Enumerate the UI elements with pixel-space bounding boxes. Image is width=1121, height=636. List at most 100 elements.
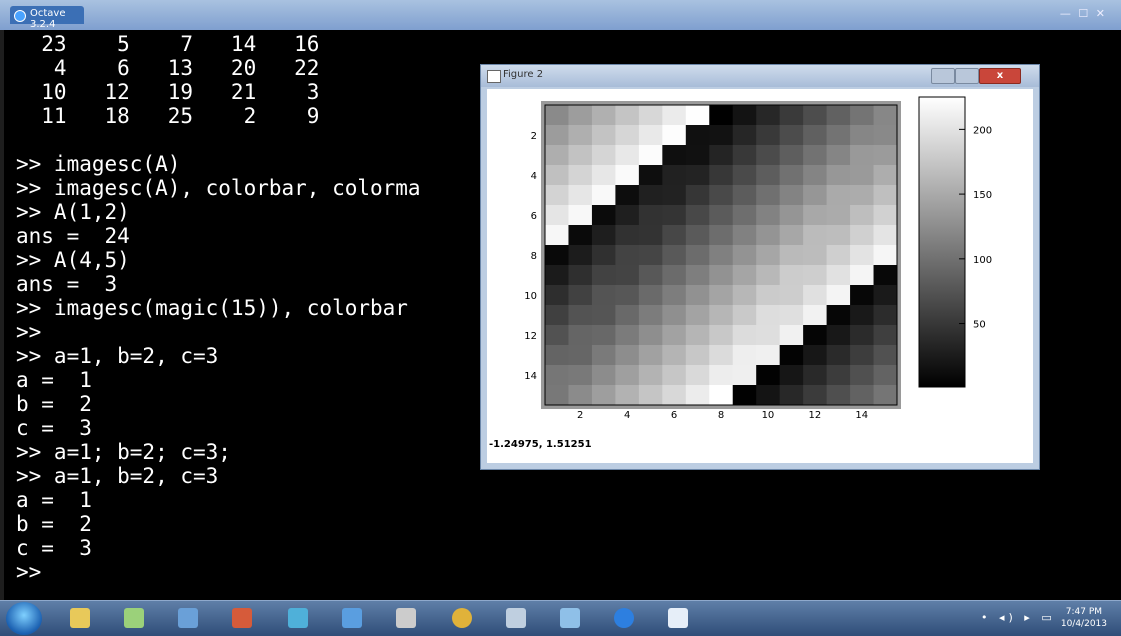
heatmap-cell xyxy=(638,205,663,226)
heatmap-cell xyxy=(826,185,851,206)
heatmap-cell xyxy=(826,385,851,406)
heatmap-cell xyxy=(826,145,851,166)
console-line: ans = 3 xyxy=(16,272,118,296)
heatmap-cell xyxy=(591,205,616,226)
heatmap-cell xyxy=(662,185,687,206)
figure-titlebar[interactable]: Figure 2 x xyxy=(481,65,1039,87)
users-icon xyxy=(342,608,362,628)
console-line: >> a=1, b=2, c=3 xyxy=(16,344,219,368)
minimize-button[interactable] xyxy=(931,68,955,84)
printer-icon xyxy=(396,608,416,628)
heatmap-cell xyxy=(709,165,734,186)
heatmap-cell xyxy=(568,345,593,366)
heatmap-cell xyxy=(709,105,734,126)
start-button[interactable] xyxy=(6,602,42,635)
heatmap-cell xyxy=(638,385,663,406)
heatmap-cell xyxy=(756,385,781,406)
heatmap-cell xyxy=(732,325,757,346)
taskbar-app[interactable] xyxy=(496,604,536,633)
y-tick-label: 8 xyxy=(531,251,537,262)
close-icon: x xyxy=(996,70,1004,81)
heatmap-cell xyxy=(873,385,898,406)
heatmap-cell xyxy=(591,325,616,346)
taskbar-app[interactable] xyxy=(658,604,698,633)
heatmap-cell xyxy=(756,305,781,326)
heatmap-cell xyxy=(850,125,875,146)
plot-svg[interactable]: 2 4 6 8 10 12 14 2 4 6 8 10 12 14 200 150 100 50 xyxy=(487,89,1033,463)
heatmap-cell xyxy=(685,325,710,346)
heatmap-cell xyxy=(826,345,851,366)
heatmap-cell xyxy=(779,185,804,206)
window-controls[interactable]: — ☐ ✕ xyxy=(1060,7,1107,20)
taskbar-app[interactable] xyxy=(278,604,318,633)
heatmap-cell xyxy=(873,285,898,306)
taskbar-app[interactable] xyxy=(222,604,262,633)
heatmap-cell xyxy=(873,225,898,246)
window-titlebar[interactable]: Octave 3.2.4 — ☐ ✕ xyxy=(0,0,1121,30)
heatmap-cell xyxy=(732,245,757,266)
heatmap-cell xyxy=(779,145,804,166)
heatmap-cell xyxy=(803,225,828,246)
heatmap-cell xyxy=(779,105,804,126)
heatmap-cell xyxy=(638,145,663,166)
heatmap-cell xyxy=(803,185,828,206)
heatmap-cell xyxy=(732,185,757,206)
console-line: 23 5 7 14 16 xyxy=(16,32,320,56)
y-tick-label: 14 xyxy=(524,371,537,382)
heatmap-cell xyxy=(756,105,781,126)
heatmap-cell xyxy=(545,285,569,306)
heatmap-cell xyxy=(568,225,593,246)
heatmap-cell xyxy=(545,305,569,326)
heatmap-cell xyxy=(756,125,781,146)
heatmap-cell xyxy=(615,145,640,166)
close-button[interactable]: x xyxy=(979,68,1021,84)
heatmap-cell xyxy=(873,145,898,166)
system-tray: • ◂) ▸ ▭ 7:47 PM 10/4/2013 xyxy=(963,603,1113,633)
heatmap-cell xyxy=(685,365,710,386)
heatmap-cell xyxy=(545,365,569,386)
taskbar-app[interactable] xyxy=(550,604,590,633)
taskbar-app[interactable] xyxy=(168,604,208,633)
heatmap-cell xyxy=(850,245,875,266)
heatmap-cell xyxy=(850,185,875,206)
heatmap-cell xyxy=(545,325,569,346)
x-tick-label: 12 xyxy=(808,410,821,421)
taskbar-app[interactable] xyxy=(332,604,372,633)
heatmap-cell xyxy=(545,205,569,226)
taskbar-app[interactable] xyxy=(386,604,426,633)
chrome-icon xyxy=(452,608,472,628)
heatmap-cell xyxy=(615,125,640,146)
heatmap-cell xyxy=(803,105,828,126)
heatmap-cell xyxy=(732,305,757,326)
heatmap-cell xyxy=(568,185,593,206)
taskbar-app[interactable] xyxy=(604,604,644,633)
heatmap-cell xyxy=(803,305,828,326)
figure-window[interactable]: Figure 2 x 2 4 6 8 10 12 14 2 4 6 8 10 12 14 200 150 100… xyxy=(480,64,1040,470)
coordinate-readout: -1.24975, 1.51251 xyxy=(489,439,592,450)
heatmap-cell xyxy=(709,265,734,286)
taskbar-app[interactable] xyxy=(114,604,154,633)
console-line: c = 3 xyxy=(16,416,92,440)
heatmap-cell xyxy=(685,105,710,126)
taskbar-app[interactable] xyxy=(60,604,100,633)
taskbar-app[interactable] xyxy=(442,604,482,633)
heatmap-cell xyxy=(591,185,616,206)
tray-icons[interactable]: • ◂) ▸ ▭ xyxy=(981,611,1056,624)
heatmap-cell xyxy=(826,205,851,226)
heatmap-cell xyxy=(685,205,710,226)
figure-canvas[interactable]: 2 4 6 8 10 12 14 2 4 6 8 10 12 14 200 150 100 50 -1.24975… xyxy=(487,89,1033,463)
heatmap-cell xyxy=(803,165,828,186)
heatmap-cell xyxy=(732,125,757,146)
heatmap-cell xyxy=(803,125,828,146)
heatmap-cell xyxy=(662,285,687,306)
heatmap-cell xyxy=(685,345,710,366)
heatmap-cell xyxy=(662,105,687,126)
app-tab[interactable]: Octave 3.2.4 xyxy=(10,6,84,30)
heatmap-cell xyxy=(709,185,734,206)
clock[interactable]: 7:47 PM 10/4/2013 xyxy=(1061,606,1107,630)
heatmap-cell xyxy=(709,305,734,326)
maximize-button[interactable] xyxy=(955,68,979,84)
heatmap-cell xyxy=(732,365,757,386)
heatmap-cell xyxy=(803,205,828,226)
heatmap-cell xyxy=(615,385,640,406)
